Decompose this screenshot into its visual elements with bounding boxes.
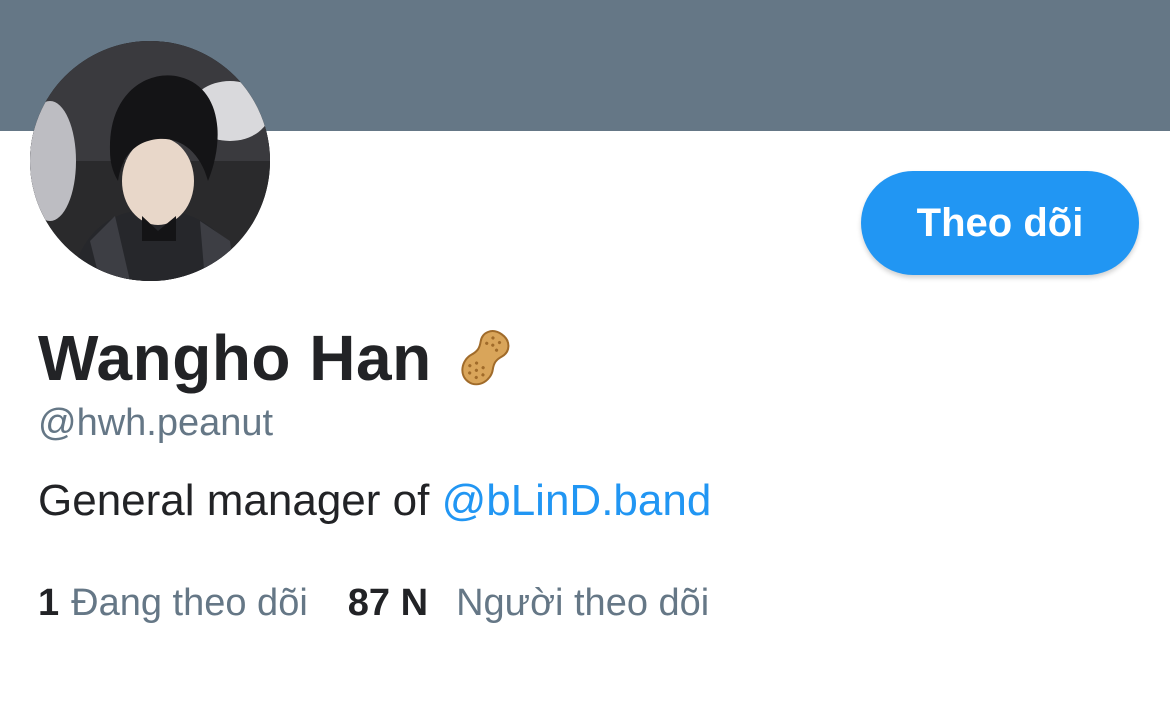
followers-count: 87 N xyxy=(347,582,429,624)
following-label: Đang theo dõi xyxy=(71,582,308,624)
peanut-icon xyxy=(452,325,518,391)
profile-handle: @hwh.peanut xyxy=(38,402,274,444)
bio-text: General manager of xyxy=(38,476,442,525)
profile-stats: 1 Đang theo dõi 87 N Người theo dõi xyxy=(38,582,709,625)
avatar[interactable] xyxy=(30,41,270,281)
followers-label: Người theo dõi xyxy=(456,582,710,624)
name-row: Wangho Han xyxy=(38,322,518,394)
followers-stat[interactable]: 87 N Người theo dõi xyxy=(348,582,709,625)
follow-button[interactable]: Theo dõi xyxy=(861,171,1139,275)
profile-bio: General manager of @bLinD.band xyxy=(38,476,711,526)
profile-page: Theo dõi Wangho Han @hwh.peanut General … xyxy=(0,0,1170,717)
bio-mention-link[interactable]: @bLinD.band xyxy=(442,476,712,525)
following-stat[interactable]: 1 Đang theo dõi xyxy=(38,582,308,625)
avatar-image xyxy=(30,41,270,281)
following-count: 1 xyxy=(38,582,60,624)
display-name: Wangho Han xyxy=(38,322,432,394)
